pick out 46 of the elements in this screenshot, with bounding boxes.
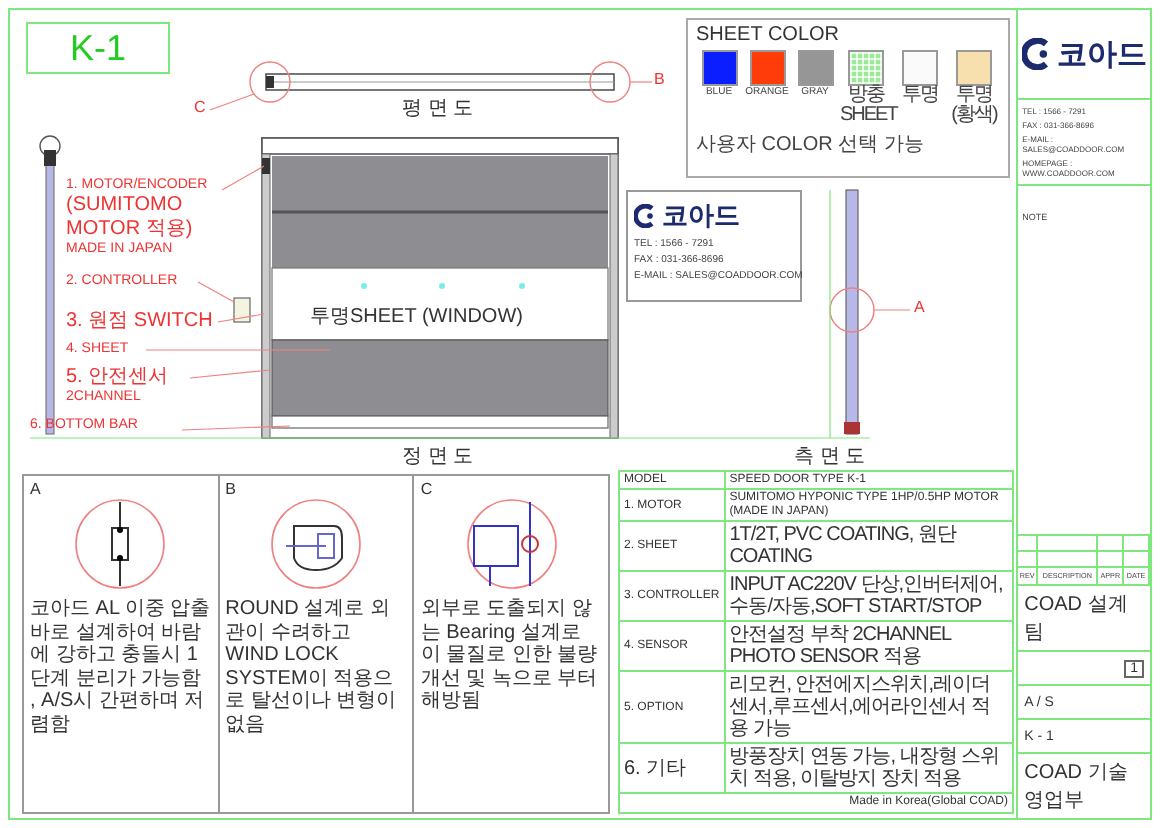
leader-line (197, 281, 235, 303)
spec-value: INPUT AC220V 단상,인버터제어,수동/자동,SOFT START/STOP (724, 571, 1013, 622)
detail-drawing (465, 498, 558, 590)
leader-line (209, 93, 255, 111)
detail-mark: C (194, 98, 206, 116)
view-label: 측 면 도 (794, 444, 866, 470)
swatch-label: 투명 (900, 86, 940, 106)
spec-value: 1T/2T, PVC COATING, 원단 COATING (724, 521, 1013, 572)
callout-label: 3. 원점 SWITCH (66, 310, 213, 334)
leader-line (629, 81, 653, 83)
designer-label: COAD 설계팀 (1024, 592, 1130, 646)
logo-icon (1021, 38, 1054, 70)
brand-name: 코아드 (662, 198, 740, 234)
swatch-label: 투명(황색) (949, 86, 1000, 126)
leader-line (189, 369, 271, 379)
detail-label: B (225, 480, 237, 498)
view-label: 정 면 도 (402, 444, 474, 470)
detail-description: 외부로 도출되지 않는 Bearing 설계로 이 물질로 인한 불량 개선 및 녹으로 부터 해방됨 (420, 598, 600, 713)
leader-line (217, 313, 265, 323)
drawing-title: K-1 (26, 22, 170, 74)
spec-value: 방풍장치 연동 가능, 내장형 스위치 적용, 이탈방지 장치 적용 (724, 743, 1013, 794)
spec-value: 리모컨, 안전에지스위치,레이더센서,루프센서,에어라인센서 적용 가능 (724, 671, 1013, 744)
detail-label: C (420, 480, 433, 498)
detail-description: ROUND 설계로 외관이 수려하고 WIND LOCK SYSTEM이 적용으로 탈선이나 변형이 없음 (225, 598, 399, 736)
detail-mark: B (654, 70, 665, 88)
detail-mark: A (914, 298, 925, 316)
leader-line (221, 165, 265, 191)
detail-drawing (270, 498, 362, 590)
spec-label: 6. 기타 (619, 743, 725, 794)
panel-title: SHEET COLOR (696, 24, 841, 46)
color-note: 사용자 COLOR 선택 가능 (696, 132, 926, 158)
window-label: 투명SHEET (WINDOW) (310, 304, 523, 330)
department-label: COAD 기술영업부 (1024, 760, 1130, 814)
leader-line (873, 309, 911, 311)
logo-icon (634, 204, 658, 228)
detail-description: 코아드 AL 이중 압출바로 설계하여 바람에 강하고 충돌시 1단계 분리가 가능함 , A/S시 간편하며 저렴함 (30, 598, 212, 736)
brand-name: 코아드 (1057, 35, 1148, 73)
detail-drawing (74, 498, 167, 590)
callout-label: (SUMITOMO MOTOR 적용) (66, 194, 195, 242)
spec-value: 안전설정 부착 2CHANNEL PHOTO SENSOR 적용 (724, 621, 1013, 672)
view-label: 평 면 도 (402, 96, 474, 122)
controller-icon (233, 297, 251, 323)
leader-line (181, 425, 291, 431)
detail-label: A (30, 480, 41, 498)
callout-label: 5. 안전센서 (66, 366, 169, 390)
detail-circle (829, 287, 875, 333)
